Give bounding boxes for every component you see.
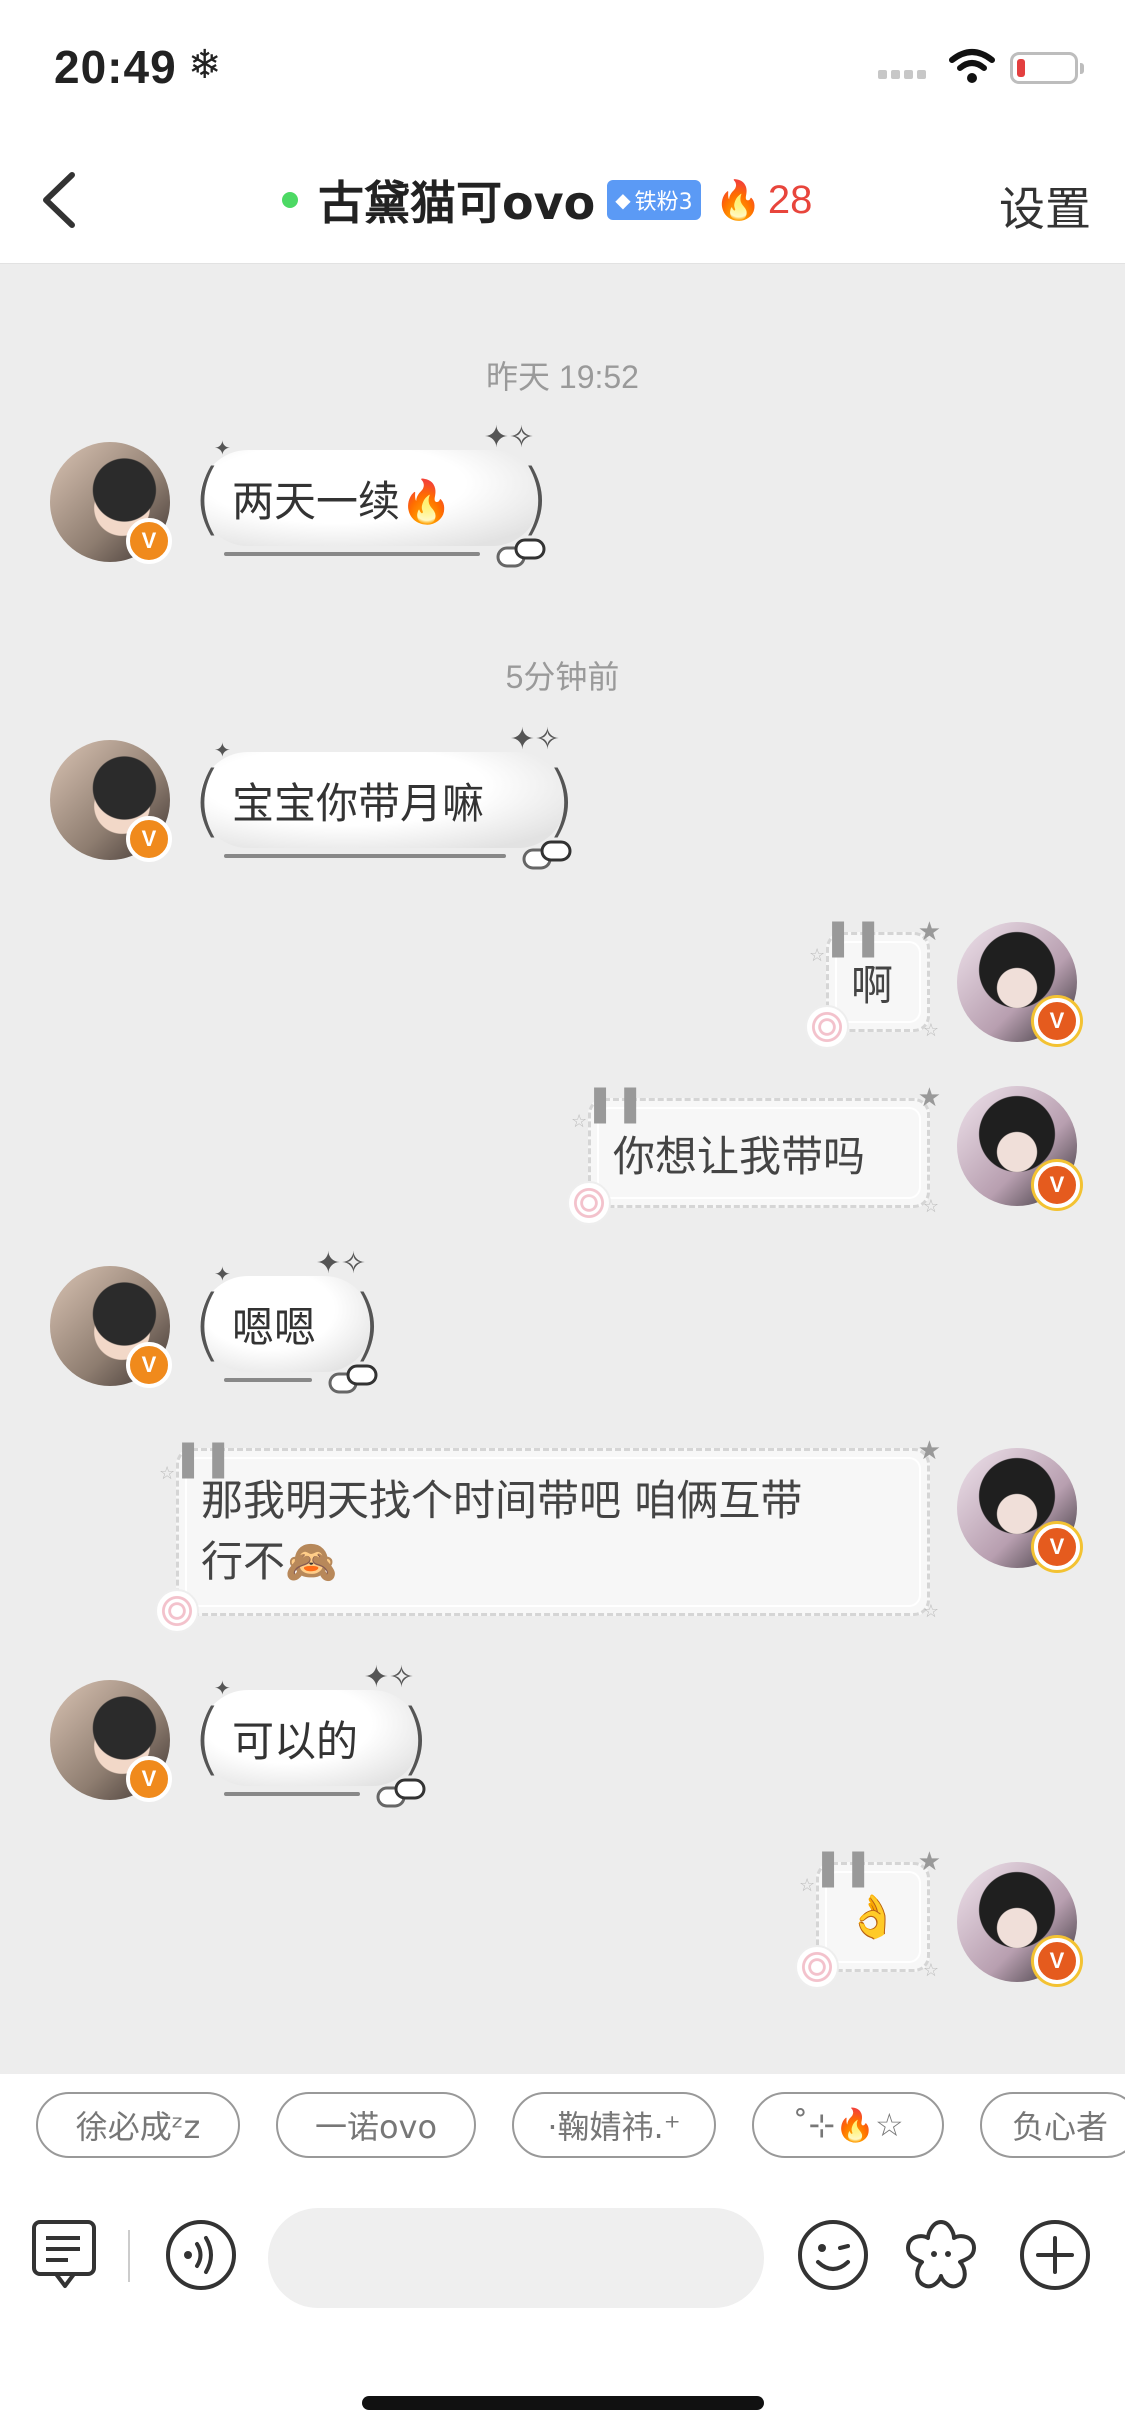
star-icon: ★ xyxy=(917,1847,941,1877)
sparkle-icon: ✦ xyxy=(214,436,231,460)
sparkle-icon: ✦✧ xyxy=(315,1246,366,1281)
quick-reply-chip[interactable]: 一诺ovo xyxy=(276,2092,476,2158)
message-bubble[interactable]: 你想让我带吗 ❚❚ ★ ☆ ☆ xyxy=(567,1083,941,1225)
swirl-icon xyxy=(155,1589,199,1633)
message-text: 行不🙈 xyxy=(201,1537,338,1586)
bubble-underline xyxy=(224,1792,360,1796)
quote-mark-icon: ❚❚ xyxy=(173,1438,234,1479)
contact-name: 古黛猫可ovo xyxy=(318,176,596,230)
battery-icon xyxy=(1010,52,1084,84)
star-icon: ★ xyxy=(917,1436,941,1466)
message-input[interactable] xyxy=(268,2208,764,2308)
bubble-underline xyxy=(224,854,506,858)
verified-badge: V xyxy=(1034,998,1080,1044)
message-bubble[interactable]: 两天一续🔥 ✦ ✦✧ xyxy=(192,420,550,568)
status-bar: 20:49 ❄ xyxy=(0,0,1125,135)
star-icon: ☆ xyxy=(799,1875,816,1896)
snowflake-icon: ❄ xyxy=(188,42,222,88)
message-bubble[interactable]: 那我明天找个时间带吧 咱俩互带 行不🙈 ❚❚ ★ ☆ ☆ xyxy=(155,1436,941,1633)
status-time: 20:49 xyxy=(54,41,177,93)
verified-badge: V xyxy=(1034,1938,1080,1984)
fan-level-badge: ◆ 铁粉3 xyxy=(607,180,701,220)
message-text: 可以的 xyxy=(232,1716,359,1766)
quick-reply-chip[interactable]: ·鞠婧祎.⁺ xyxy=(512,2092,716,2158)
star-icon: ☆ xyxy=(809,945,826,966)
message-text: 嗯嗯 xyxy=(232,1302,317,1352)
sparkle-icon: ✦ xyxy=(214,1676,231,1700)
bubble-underline xyxy=(224,1378,312,1382)
verified-badge: V xyxy=(126,816,172,862)
message-text: 👌 xyxy=(846,1892,900,1941)
star-icon: ☆ xyxy=(159,1463,176,1484)
quick-reply-chip[interactable]: 徐必成ᶻz xyxy=(36,2092,240,2158)
quick-reply-chip[interactable]: 负心者 xyxy=(980,2092,1125,2158)
fan-level-text: 铁粉3 xyxy=(634,190,693,215)
message-bubble[interactable]: 宝宝你带月嘛 ✦ ✦✧ xyxy=(192,722,576,870)
keyboard-toggle-icon[interactable] xyxy=(30,2218,100,2292)
online-status-dot xyxy=(282,192,298,208)
message-bubble[interactable]: 嗯嗯 ✦ ✦✧ xyxy=(192,1246,382,1394)
swirl-icon xyxy=(567,1181,611,1225)
streak-count: 28 xyxy=(767,177,813,222)
flame-icon: 🔥 xyxy=(714,177,762,222)
add-plus-icon[interactable] xyxy=(1018,2218,1092,2292)
back-arrow-icon[interactable] xyxy=(30,165,90,235)
contact-title-group[interactable]: 古黛猫可ovo ◆ 铁粉3 🔥 28 xyxy=(282,165,812,235)
quote-mark-icon: ❚❚ xyxy=(585,1083,646,1124)
settings-button[interactable]: 设置 xyxy=(999,173,1091,239)
bubble-underline xyxy=(224,552,480,556)
quick-reply-chip[interactable]: ˚⊹🔥☆ xyxy=(752,2092,944,2158)
sticker-flower-icon[interactable] xyxy=(902,2216,980,2294)
message-bubble[interactable]: 啊 ❚❚ ★ ☆ ☆ xyxy=(805,917,941,1049)
star-icon: ☆ xyxy=(571,1111,588,1132)
speech-bubbles-icon xyxy=(376,1778,426,1808)
message-bubble[interactable]: 👌 ❚❚ ★ ☆ ☆ xyxy=(795,1847,941,1989)
star-icon: ☆ xyxy=(922,1020,939,1041)
quick-reply-bar: 徐必成ᶻz 一诺ovo ·鞠婧祎.⁺ ˚⊹🔥☆ 负心者 xyxy=(0,2074,1125,2194)
sparkle-icon: ✦✧ xyxy=(483,420,534,455)
sparkle-icon: ✦✧ xyxy=(363,1660,414,1695)
verified-badge: V xyxy=(1034,1162,1080,1208)
timestamp: 5分钟前 xyxy=(505,659,620,695)
quote-mark-icon: ❚❚ xyxy=(823,917,884,958)
voice-input-icon[interactable] xyxy=(164,2218,238,2292)
star-icon: ★ xyxy=(917,917,941,947)
speech-bubbles-icon xyxy=(522,840,572,870)
sparkle-icon: ✦ xyxy=(214,1262,231,1286)
speech-bubbles-icon xyxy=(328,1364,378,1394)
cellular-signal-icon xyxy=(878,64,934,79)
timestamp: 昨天 19:52 xyxy=(486,359,639,395)
swirl-icon xyxy=(795,1945,839,1989)
message-text: 那我明天找个时间带吧 咱俩互带 xyxy=(201,1476,803,1526)
divider xyxy=(128,2230,130,2282)
verified-badge: V xyxy=(126,1756,172,1802)
quote-mark-icon: ❚❚ xyxy=(813,1847,874,1888)
message-text: 啊 xyxy=(851,960,894,1010)
message-list[interactable]: 昨天 19:52 V 两天一续🔥 ✦ ✦✧ 5分钟前 V 宝宝你带月嘛 ✦ ✦✧… xyxy=(0,264,1125,2074)
message-text: 你想让我带吗 xyxy=(613,1131,866,1181)
home-indicator xyxy=(362,2396,764,2410)
message-bubble[interactable]: 可以的 ✦ ✦✧ xyxy=(192,1660,430,1808)
sparkle-icon: ✦✧ xyxy=(509,722,560,757)
star-icon: ★ xyxy=(917,1083,941,1113)
wifi-icon xyxy=(949,49,995,83)
message-text: 两天一续🔥 xyxy=(232,476,453,526)
swirl-icon xyxy=(805,1005,849,1049)
star-icon: ☆ xyxy=(922,1600,939,1622)
message-text: 宝宝你带月嘛 xyxy=(232,778,485,828)
verified-badge: V xyxy=(126,1342,172,1388)
sparkle-icon: ✦ xyxy=(214,738,231,762)
diamond-icon: ◆ xyxy=(615,188,631,212)
chat-screen: 20:49 ❄ 古黛猫可ovo ◆ 铁粉3 🔥 28 设置 昨天 19:52 V… xyxy=(0,0,1125,2436)
emoji-icon[interactable] xyxy=(796,2218,870,2292)
verified-badge: V xyxy=(126,518,172,564)
star-icon: ☆ xyxy=(922,1960,939,1981)
verified-badge: V xyxy=(1034,1524,1080,1570)
chat-header: 古黛猫可ovo ◆ 铁粉3 🔥 28 设置 xyxy=(0,135,1125,264)
star-icon: ☆ xyxy=(922,1196,939,1217)
speech-bubbles-icon xyxy=(496,538,546,568)
